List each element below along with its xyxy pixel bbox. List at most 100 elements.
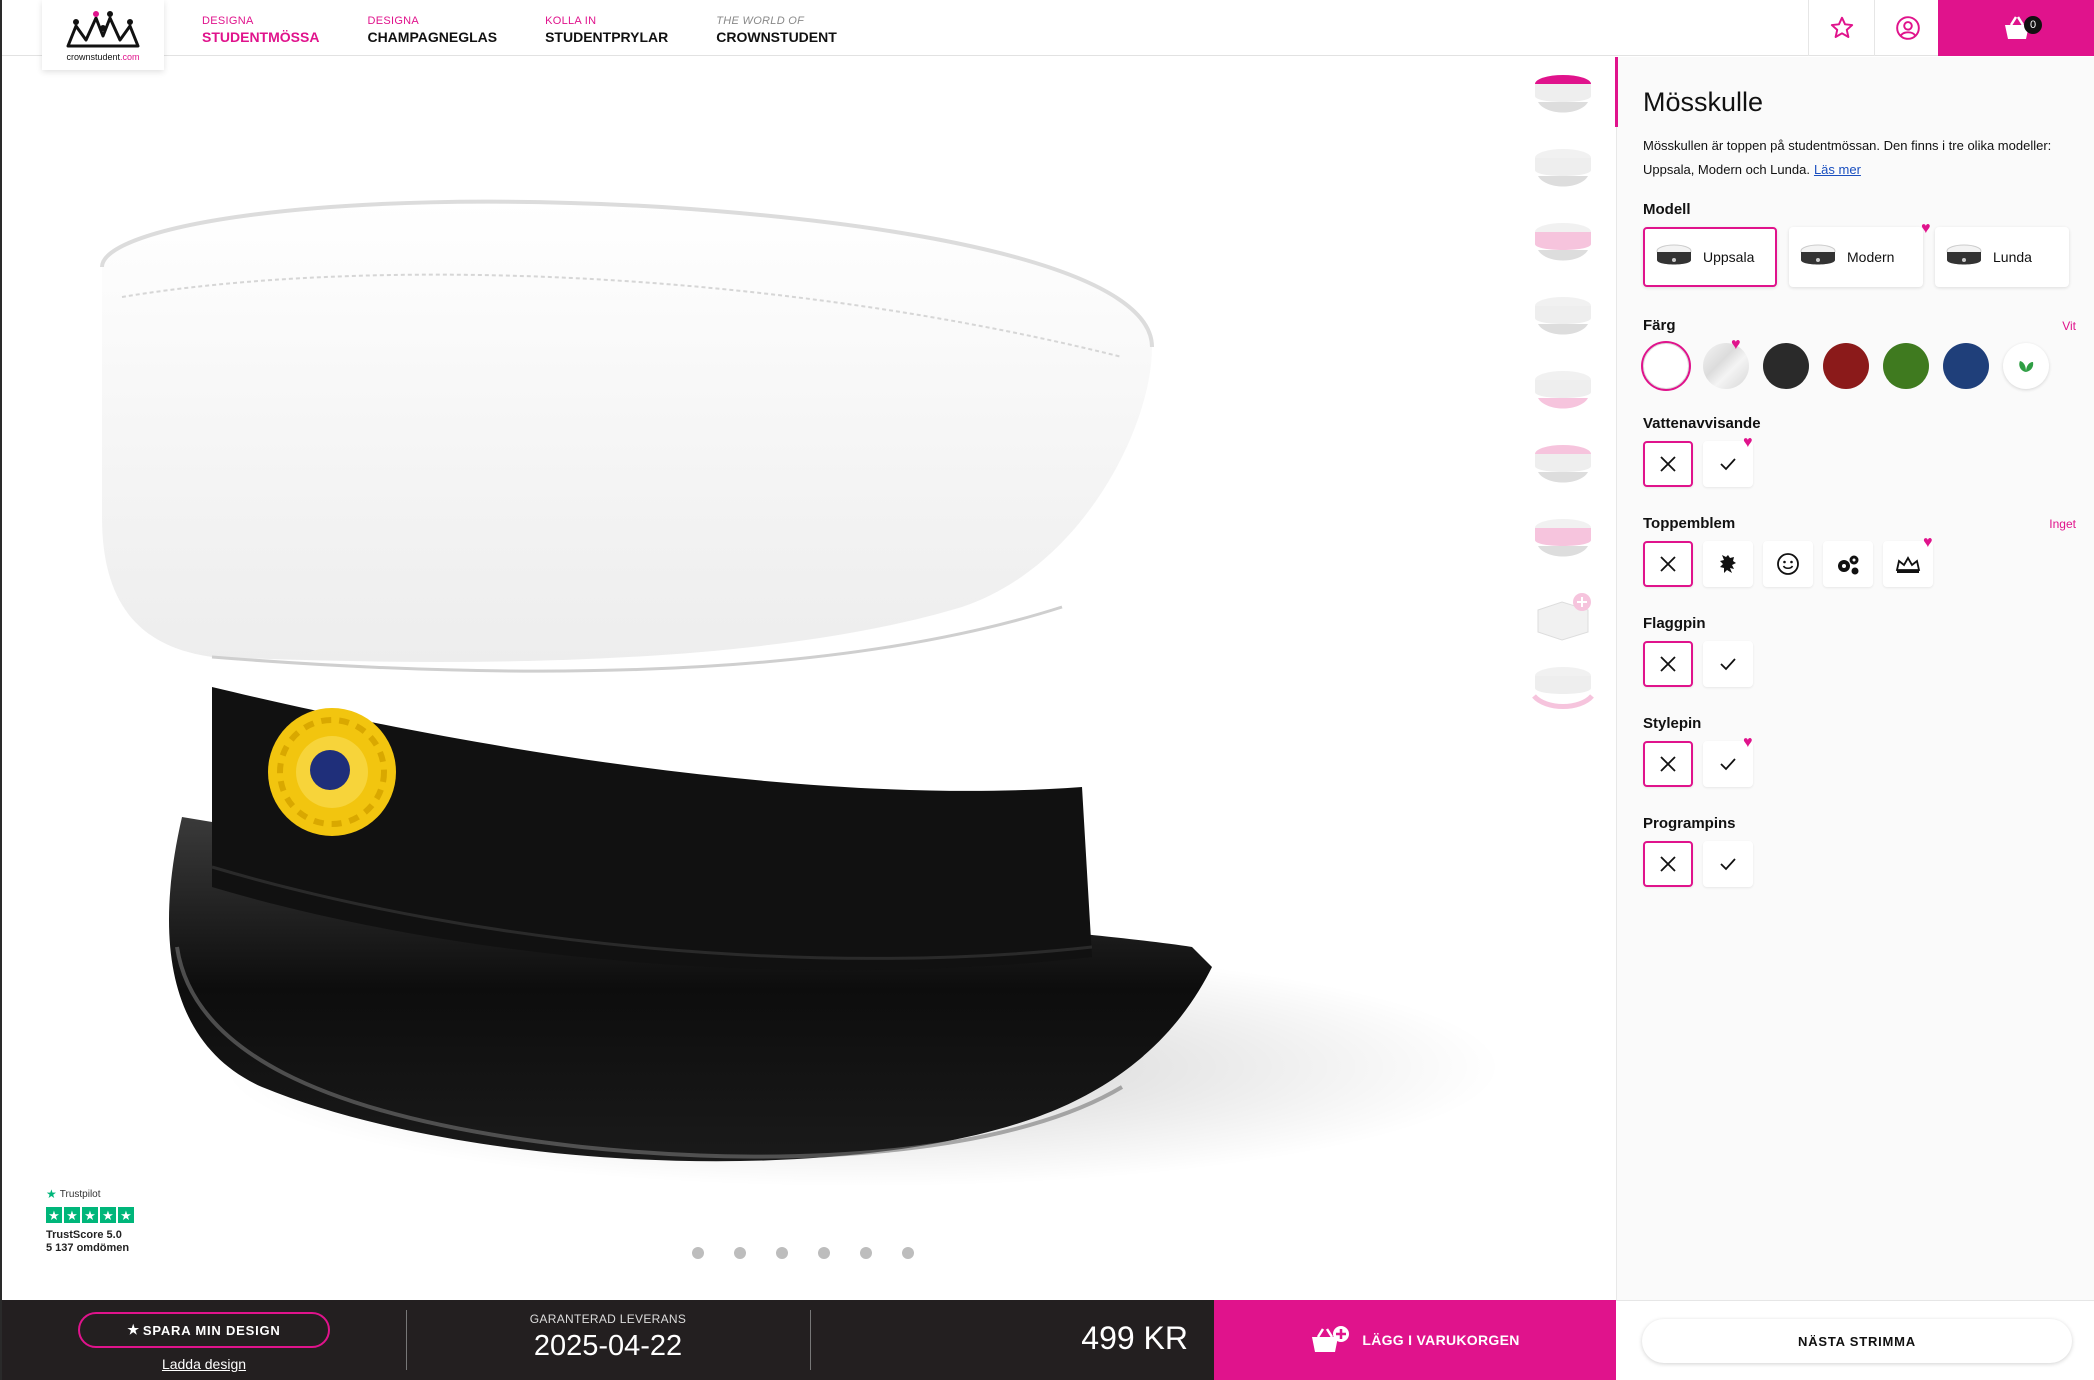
model-lunda-button[interactable]: Lunda: [1935, 227, 2069, 287]
page: crownstudent.com DESIGNA STUDENTMÖSSA DE…: [0, 0, 2094, 1380]
cap-model-icon: [1800, 244, 1836, 265]
read-more-link[interactable]: Läs mer: [1814, 162, 1861, 177]
cap-thumb-icon: [1535, 149, 1591, 187]
color-swatch-black[interactable]: [1763, 343, 1809, 389]
cap-thumb-icon: [1532, 667, 1594, 709]
carousel-dot[interactable]: [902, 1247, 914, 1259]
emblem-gears-button[interactable]: [1823, 541, 1873, 587]
top-emblem-value: Inget: [2049, 517, 2076, 531]
load-design-link[interactable]: Ladda design: [78, 1356, 330, 1372]
carousel-dot[interactable]: [776, 1247, 788, 1259]
cap-thumb-icon: [1535, 297, 1591, 335]
cap-model-icon: [1946, 244, 1982, 265]
thumb-cap-band[interactable]: [1530, 287, 1596, 353]
carousel-dot[interactable]: [818, 1247, 830, 1259]
nav-small-label: DESIGNA: [202, 15, 254, 27]
model-uppsala-button[interactable]: Uppsala: [1643, 227, 1777, 287]
style-pin-label: Stylepin: [1643, 715, 1702, 732]
model-label-text: Uppsala: [1703, 249, 1755, 265]
view-thumbnails: [1530, 65, 1600, 731]
footer-next-area: NÄSTA STRIMMA: [1616, 1300, 2094, 1380]
crown-icon: [1895, 556, 1921, 573]
crownstudent-logo[interactable]: crownstudent.com: [42, 0, 164, 70]
thumb-cap-stripe[interactable]: [1530, 213, 1596, 279]
add-to-cart-button[interactable]: LÄGG I VARUKORGEN: [1214, 1300, 1616, 1380]
nav-big-label: STUDENTPRYLAR: [545, 29, 669, 45]
review-count: 5 137 omdömen: [46, 1242, 130, 1254]
basket-add-icon: [1312, 1326, 1350, 1352]
style-none-button[interactable]: [1643, 741, 1693, 787]
water-none-button[interactable]: [1643, 441, 1693, 487]
color-swatch-green[interactable]: [1883, 343, 1929, 389]
carousel-dot[interactable]: [860, 1247, 872, 1259]
emblem-lion-button[interactable]: [1703, 541, 1753, 587]
star-icon: ★: [82, 1207, 98, 1223]
cap-viewer[interactable]: ★ Trustpilot ★ ★ ★ ★ ★ TrustScore 5.0 5 1…: [2, 57, 1616, 1300]
thumb-cap-base[interactable]: [1530, 139, 1596, 205]
star-icon: ★: [46, 1207, 62, 1223]
emblem-smiley-button[interactable]: [1763, 541, 1813, 587]
check-icon: [1720, 758, 1736, 771]
star-icon: ★: [64, 1207, 80, 1223]
account-button[interactable]: [1874, 0, 1940, 56]
color-swatch-eco[interactable]: [2003, 343, 2049, 389]
trustpilot-widget[interactable]: ★ Trustpilot ★ ★ ★ ★ ★ TrustScore 5.0 5 1…: [46, 1187, 134, 1255]
save-design-button[interactable]: ★ SPARA MIN DESIGN: [78, 1312, 330, 1348]
cap-thumb-icon: [1535, 223, 1591, 261]
flag-yes-button[interactable]: [1703, 641, 1753, 687]
close-icon: [1660, 456, 1676, 472]
close-icon: [1660, 756, 1676, 772]
program-none-button[interactable]: [1643, 841, 1693, 887]
nav-design-glass[interactable]: DESIGNA CHAMPAGNEGLAS: [367, 14, 497, 46]
footer-bar: ★ SPARA MIN DESIGN Ladda design GARANTERA…: [2, 1300, 1616, 1380]
flag-pin-label: Flaggpin: [1643, 615, 1706, 632]
thumb-cap-top[interactable]: [1530, 65, 1596, 131]
nav-big-label: CROWNSTUDENT: [716, 29, 837, 45]
carousel-dots: [692, 1247, 914, 1259]
trustpilot-logo: ★ Trustpilot: [46, 1187, 101, 1201]
box-thumb-icon: [1537, 593, 1591, 641]
nav-student-gear[interactable]: KOLLA IN STUDENTPRYLAR: [545, 14, 668, 46]
cart-button[interactable]: 0: [1938, 0, 2094, 56]
model-modern-button[interactable]: Modern: [1789, 227, 1923, 287]
color-swatch-red[interactable]: [1823, 343, 1869, 389]
trustpilot-stars: ★ ★ ★ ★ ★: [46, 1207, 134, 1223]
nav-small-label: DESIGNA: [367, 15, 420, 27]
favorites-button[interactable]: [1808, 0, 1874, 56]
color-swatch-blue[interactable]: [1943, 343, 1989, 389]
thumb-cap-box[interactable]: [1530, 583, 1596, 649]
top-emblem-label: Toppemblem: [1643, 515, 1736, 532]
heart-icon: ♥: [1743, 434, 1753, 451]
trustscore: TrustScore 5.0: [46, 1229, 122, 1241]
color-swatch-white[interactable]: [1643, 343, 1689, 389]
divider: [810, 1310, 811, 1370]
crown-logo-icon: [66, 11, 140, 48]
close-icon: [1660, 656, 1676, 672]
thumb-cap-visor[interactable]: [1530, 361, 1596, 427]
cap-model-icon: [1656, 244, 1692, 265]
cockade-icon: [268, 708, 396, 836]
program-pins-label: Programpins: [1643, 815, 1736, 832]
check-icon: [1720, 858, 1736, 871]
check-icon: [1720, 458, 1736, 471]
thumb-cap-ribbon[interactable]: [1530, 657, 1596, 723]
student-cap-render[interactable]: [62, 187, 1522, 1237]
emblem-none-button[interactable]: [1643, 541, 1693, 587]
model-label-text: Modern: [1847, 249, 1895, 265]
flag-none-button[interactable]: [1643, 641, 1693, 687]
nav-world[interactable]: THE WORLD OF CROWNSTUDENT: [716, 14, 837, 46]
color-value: Vit: [2062, 319, 2076, 333]
program-yes-button[interactable]: [1703, 841, 1753, 887]
nav-small-label: KOLLA IN: [545, 15, 597, 27]
nav-design-cap[interactable]: DESIGNA STUDENTMÖSSA: [202, 14, 319, 46]
delivery-label: GARANTERAD LEVERANS: [529, 1312, 687, 1326]
next-step-button[interactable]: NÄSTA STRIMMA: [1642, 1319, 2072, 1363]
delivery-date: 2025-04-22: [533, 1330, 683, 1362]
carousel-dot[interactable]: [734, 1247, 746, 1259]
star-icon: ★: [100, 1207, 116, 1223]
star-icon: ★: [118, 1207, 134, 1223]
nav-big-label: CHAMPAGNEGLAS: [367, 29, 498, 45]
carousel-dot[interactable]: [692, 1247, 704, 1259]
thumb-cap-half[interactable]: [1530, 435, 1596, 501]
thumb-cap-inner[interactable]: [1530, 509, 1596, 575]
